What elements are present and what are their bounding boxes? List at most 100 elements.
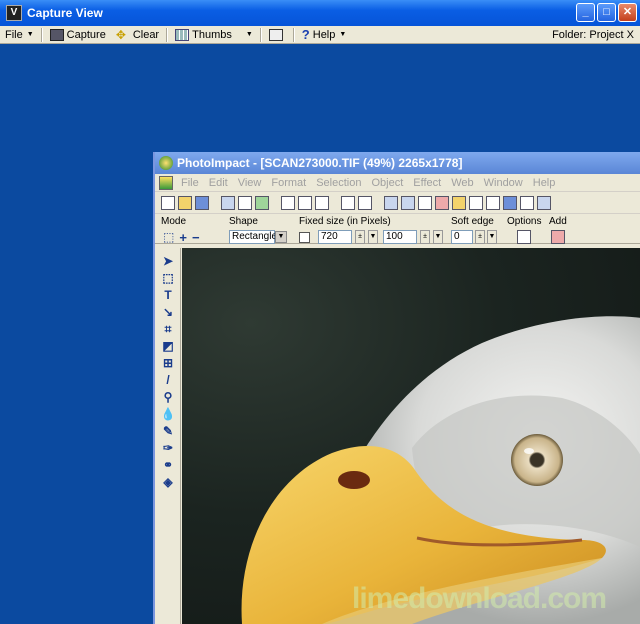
save-icon[interactable] [195,195,209,210]
options-label: Options [507,216,542,227]
retouch-tool-icon[interactable]: 💧 [160,406,176,422]
transform-tool-icon[interactable]: ◩ [160,338,176,354]
soft-edge-field[interactable]: 0 [451,230,473,244]
width-field[interactable]: 720 [318,230,352,244]
window-controls: _ □ ✕ [576,3,637,22]
undo-icon[interactable] [341,195,355,210]
mask-icon[interactable] [401,195,415,210]
fill-tool-icon[interactable]: ◈ [160,474,176,490]
options-button[interactable] [517,230,531,244]
fixed-size-checkbox[interactable] [299,231,310,243]
effect-icon[interactable] [435,195,449,210]
photoimpact-window: PhotoImpact - [SCAN273000.TIF (49%) 2265… [153,152,640,624]
soft-edge-spinner[interactable]: ± [475,230,485,244]
capture-view-titlebar: V Capture View _ □ ✕ [0,0,640,26]
menu-format[interactable]: Format [266,177,311,189]
new-file-icon[interactable] [161,195,175,210]
layout-button[interactable] [264,26,291,44]
shape-select[interactable]: Rectangle ▼ [229,230,287,244]
height-arrow[interactable]: ▼ [433,230,443,244]
image-canvas[interactable]: limedownload.com [182,248,640,624]
clear-button[interactable]: ✥ Clear [111,26,164,44]
copy-icon[interactable] [298,195,312,210]
print-preview-icon[interactable] [238,195,252,210]
window-title: Capture View [27,6,103,20]
paint-tool-icon[interactable]: ✎ [160,423,176,439]
menu-view[interactable]: View [233,177,267,189]
frame-icon[interactable] [486,195,500,210]
menu-help[interactable]: Help [528,177,561,189]
file-label: File [5,28,23,41]
chevron-down-icon: ▼ [275,231,287,243]
web-icon[interactable] [255,195,269,210]
camera-icon [49,28,64,41]
menu-selection[interactable]: Selection [311,177,366,189]
cut-icon[interactable] [281,195,295,210]
clone-tool-icon[interactable]: ✑ [160,440,176,456]
image-icon[interactable] [469,195,483,210]
eraser-tool-icon[interactable]: ⚭ [160,457,176,473]
add-selection-icon[interactable]: + [179,230,187,245]
layout-icon [268,28,283,41]
capture-toolbar: File ▼ Capture ✥ Clear Thumbs ▼ ? Help ▼ Fo… [0,26,640,44]
height-field[interactable]: 100 [383,230,417,244]
zoom-tool-icon[interactable]: ⚲ [160,389,176,405]
width-spinner[interactable]: ± [355,230,365,244]
file-menu-button[interactable]: File ▼ [0,26,39,44]
document-panel-icon[interactable] [520,195,534,210]
selection-tool-icon[interactable]: ⬚ [160,270,176,286]
menu-web[interactable]: Web [446,177,478,189]
width-arrow[interactable]: ▼ [368,230,378,244]
path-tool-icon[interactable]: ↘ [160,304,176,320]
minimize-button[interactable]: _ [576,3,595,22]
new-selection-icon[interactable]: ⬚ [163,230,174,244]
capture-app-icon: V [6,5,22,21]
chevron-down-icon: ▼ [245,31,253,38]
menu-effect[interactable]: Effect [408,177,446,189]
attribute-toolbar: Mode ⬚ + − Shape Rectangle ▼ Fixed size … [155,214,640,245]
watermark-text: limedownload.com [352,582,607,615]
pick-tool-icon[interactable]: ➤ [160,253,176,269]
page-icon[interactable] [418,195,432,210]
sparkle-icon[interactable] [452,195,466,210]
tool-panel: ➤ ⬚ T ↘ ⌗ ◩ ⊞ / ⚲ 💧 ✎ ✑ ⚭ ◈ [155,248,181,624]
chevron-down-icon: ▼ [26,31,34,38]
add-button[interactable] [551,230,565,244]
panel-icon[interactable] [537,195,551,210]
help-icon: ? [301,27,310,42]
stamp-icon[interactable] [384,195,398,210]
paste-icon[interactable] [315,195,329,210]
height-spinner[interactable]: ± [420,230,430,244]
help-menu-button[interactable]: ? Help ▼ [297,26,352,44]
options-icon [517,230,531,244]
thumbs-button[interactable]: Thumbs ▼ [170,26,258,44]
browser-icon[interactable] [503,195,517,210]
subtract-selection-icon[interactable]: − [192,230,200,245]
eagle-photo [241,316,640,624]
capture-label: Capture [66,28,106,41]
menu-edit[interactable]: Edit [204,177,233,189]
soft-edge-controls: 0 ± ▼ [451,230,497,244]
capture-button[interactable]: Capture [45,26,111,44]
close-button[interactable]: ✕ [618,3,637,22]
folder-label: Folder: Project X [552,28,634,41]
clear-label: Clear [132,28,160,41]
crop-tool-icon[interactable]: ⌗ [160,321,176,337]
eyedropper-icon[interactable]: / [160,372,176,388]
shape-value: Rectangle [229,230,277,244]
menu-object[interactable]: Object [366,177,408,189]
soft-edge-label: Soft edge [451,216,494,227]
toolbar-divider [166,27,169,42]
redo-icon[interactable] [358,195,372,210]
maximize-button[interactable]: □ [597,3,616,22]
open-folder-icon[interactable] [178,195,192,210]
thumbs-label: Thumbs [192,28,232,41]
menu-window[interactable]: Window [479,177,528,189]
text-tool-icon[interactable]: T [160,287,176,303]
menu-file[interactable]: File [176,177,204,189]
print-icon[interactable] [221,195,235,210]
bounding-box-icon[interactable]: ⊞ [160,355,176,371]
add-to-panel-icon [551,230,565,244]
soft-edge-arrow[interactable]: ▼ [487,230,497,244]
document-icon[interactable] [159,175,173,190]
